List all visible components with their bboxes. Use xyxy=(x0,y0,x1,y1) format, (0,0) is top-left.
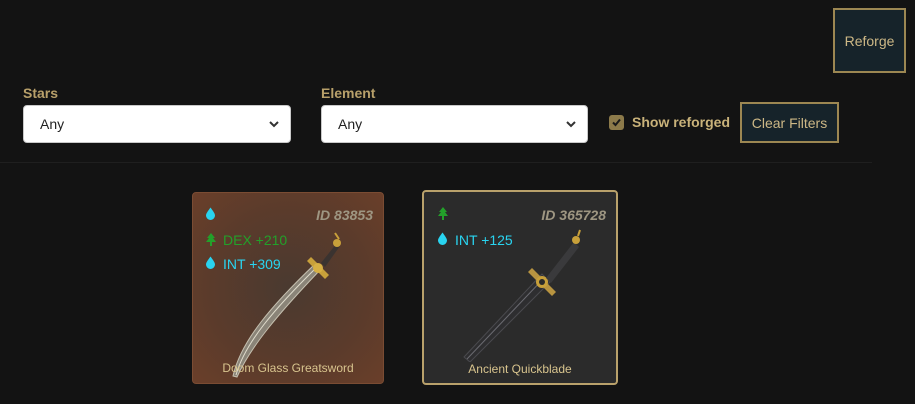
tree-icon xyxy=(438,207,448,220)
water-drop-icon xyxy=(438,232,447,245)
weapon-card[interactable]: ID 83853 DEX +210 INT +309 Doom Glass Gr… xyxy=(192,192,384,384)
weapon-name: Ancient Quickblade xyxy=(468,362,572,376)
divider xyxy=(0,162,872,163)
stars-select-value: Any xyxy=(40,116,65,132)
show-reforged-label[interactable]: Show reforged xyxy=(632,114,730,130)
water-drop-icon xyxy=(206,207,215,220)
quickblade-image xyxy=(463,229,581,362)
weapon-id: ID 365728 xyxy=(541,207,606,223)
stars-label: Stars xyxy=(23,85,59,101)
checkmark-icon xyxy=(612,118,621,127)
weapon-name: Doom Glass Greatsword xyxy=(222,361,354,375)
greatsword-image xyxy=(232,232,341,378)
water-drop-icon xyxy=(206,256,215,269)
show-reforged-checkbox[interactable] xyxy=(609,115,624,130)
chevron-down-icon xyxy=(269,121,279,128)
element-label: Element xyxy=(321,85,376,101)
stars-select[interactable]: Any xyxy=(23,105,291,143)
weapon-card[interactable]: ID 365728 INT +125 Ancient Quickblade xyxy=(422,190,618,385)
element-select[interactable]: Any xyxy=(321,105,588,143)
element-select-value: Any xyxy=(338,116,363,132)
tree-icon xyxy=(206,233,216,246)
clear-filters-button[interactable]: Clear Filters xyxy=(740,102,839,143)
chevron-down-icon xyxy=(566,121,576,128)
reforge-button[interactable]: Reforge xyxy=(833,8,906,73)
